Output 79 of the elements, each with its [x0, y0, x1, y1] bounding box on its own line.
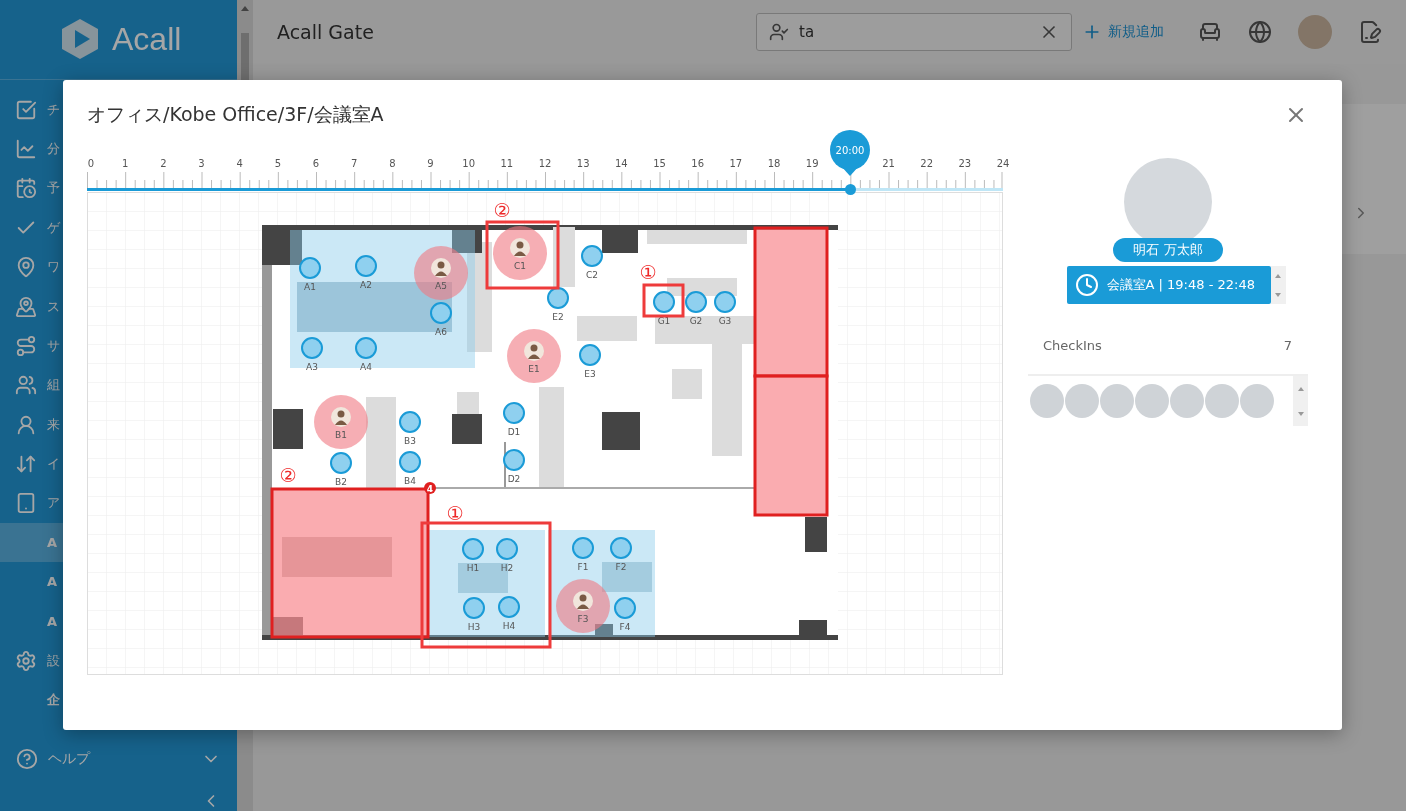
hour-label: 10 — [462, 158, 476, 169]
seat-label: D1 — [507, 427, 521, 437]
seat-label: A3 — [306, 362, 318, 372]
seat-label: B2 — [335, 477, 347, 487]
person-name: 明石 万太郎 — [1113, 238, 1223, 262]
logo-text: Acall — [112, 20, 182, 58]
seat-label: A4 — [360, 362, 372, 372]
callout-number: ① — [639, 261, 657, 283]
seat-label: F3 — [577, 614, 589, 624]
seat-label: B1 — [335, 430, 347, 440]
seat-label: G3 — [718, 316, 732, 326]
nav-label: 企 — [47, 692, 60, 709]
hour-label: 4 — [236, 158, 243, 169]
hour-label: 19 — [805, 158, 819, 169]
hour-label: 17 — [729, 158, 743, 169]
hour-label: 16 — [691, 158, 705, 169]
nav-label: A — [47, 574, 58, 591]
seat-label: A1 — [304, 282, 316, 292]
hour-label: 11 — [500, 158, 514, 169]
hour-label: 12 — [538, 158, 552, 169]
nav-label: チ — [47, 101, 60, 118]
seat-label: H3 — [467, 622, 481, 632]
seat-label: A6 — [435, 327, 447, 337]
hour-label: 1 — [122, 158, 129, 169]
hour-label: 0 — [87, 158, 95, 169]
nav-label: ワ — [47, 259, 60, 276]
seat-label: E1 — [528, 364, 540, 374]
hour-label: 2 — [160, 158, 167, 169]
hour-label: 24 — [996, 158, 1010, 169]
hour-label: 21 — [882, 158, 895, 169]
seat-label: B4 — [404, 476, 416, 486]
nav-label: ス — [47, 298, 60, 315]
nav-label: サ — [47, 338, 60, 354]
hour-label: 18 — [767, 158, 781, 169]
nav-label: 組 — [47, 377, 60, 394]
callout-number: ① — [446, 502, 464, 524]
seat-label: B3 — [404, 436, 416, 446]
seat-label: C1 — [514, 261, 526, 271]
nav-label: 来 — [47, 416, 60, 433]
count-badge: 4 — [424, 482, 436, 494]
hour-label: 7 — [351, 158, 358, 169]
seat-label: E3 — [584, 369, 596, 379]
seat-label: E2 — [552, 312, 564, 322]
nav-label: A — [47, 613, 58, 630]
seat-label: F4 — [619, 622, 631, 632]
seat-label: G1 — [657, 316, 671, 326]
nav-label: 予 — [47, 180, 60, 197]
seat-label: C2 — [586, 270, 598, 280]
hour-label: 8 — [389, 158, 396, 169]
seat-label: D2 — [507, 474, 521, 484]
hour-label: 6 — [312, 158, 320, 169]
seat-label: F2 — [615, 562, 627, 572]
seat-label: A5 — [435, 281, 447, 291]
seat-label: G2 — [689, 316, 703, 326]
app-title: Acall Gate — [277, 21, 375, 43]
seat-label: H4 — [502, 621, 516, 631]
hour-label: 14 — [614, 158, 628, 169]
callout-number: ② — [279, 464, 297, 486]
seat-label: H1 — [466, 563, 480, 573]
seat-label: A2 — [360, 280, 372, 290]
modal-title: オフィス/Kobe Office/3F/会議室A — [87, 102, 384, 127]
seat-label: F1 — [577, 562, 589, 572]
nav-label: ア — [47, 495, 60, 512]
checkins-count: 7 — [1283, 338, 1292, 353]
hour-label: 22 — [920, 158, 934, 169]
hour-label: 15 — [653, 158, 666, 169]
nav-label: 設 — [47, 653, 60, 669]
hour-label: 5 — [274, 158, 281, 169]
hour-label: 23 — [958, 158, 972, 169]
nav-label: 分 — [47, 141, 60, 158]
seat-label: H2 — [500, 563, 514, 573]
nav-label: A — [47, 534, 58, 551]
nav-label: イ — [47, 456, 60, 473]
hour-label: 13 — [576, 158, 590, 169]
hour-label: 9 — [427, 158, 434, 169]
checkins-label: CheckIns — [1043, 338, 1102, 353]
hour-label: 3 — [198, 158, 205, 169]
nav-label: ゲ — [47, 219, 60, 236]
callout-number: ② — [493, 199, 511, 221]
